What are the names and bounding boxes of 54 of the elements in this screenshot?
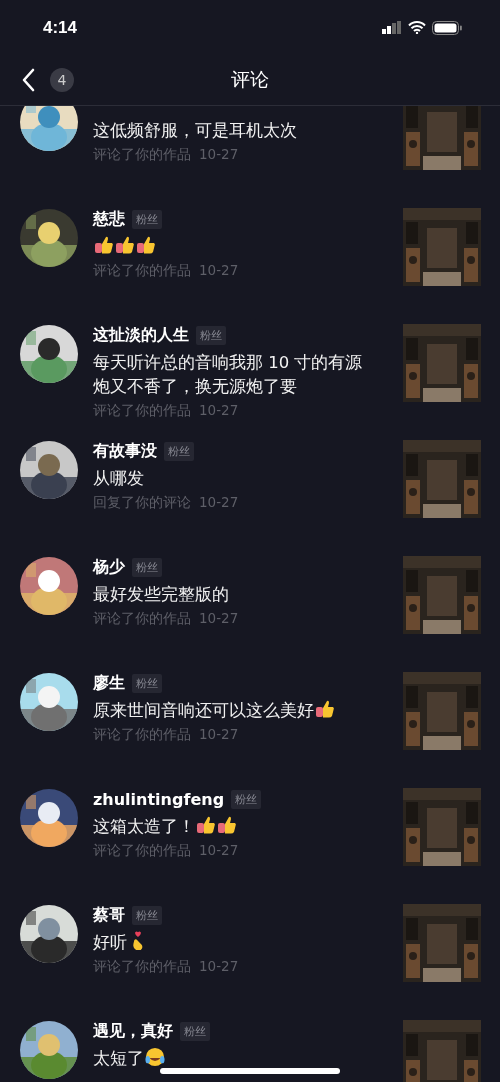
comment-text: 最好发些完整版的 — [93, 585, 229, 604]
activity-label: 评论了你的作品 — [93, 402, 191, 420]
fan-tag: 粉丝 — [132, 673, 162, 693]
activity-label: 评论了你的作品 — [93, 262, 191, 280]
activity-label: 评论了你的作品 — [93, 610, 191, 628]
comment-date: 10-27 — [199, 726, 239, 744]
activity-label: 评论了你的作品 — [93, 958, 191, 976]
comment-text: 从哪发 — [93, 469, 144, 488]
comment-text: 太短了 — [93, 1049, 144, 1068]
comment-text: 这箱太造了！ — [93, 817, 195, 836]
comment-date: 10-27 — [199, 610, 239, 628]
fan-tag: 粉丝 — [231, 789, 262, 809]
comment-date: 10-27 — [199, 146, 239, 164]
thumbs-up-icon — [217, 815, 237, 835]
comment-date: 10-27 — [199, 262, 239, 280]
laughing-tears-icon — [145, 1047, 165, 1067]
fan-tag: 粉丝 — [132, 557, 162, 577]
user-name[interactable]: 遇见，真好 — [93, 1020, 173, 1042]
user-name[interactable]: 廖生 — [93, 672, 125, 694]
user-name[interactable]: 蔡哥 — [93, 904, 125, 926]
thumbs-up-icon — [196, 815, 216, 835]
wifi-icon — [408, 21, 426, 34]
fan-tag: 粉丝 — [164, 441, 194, 461]
unread-count: 4 — [50, 68, 74, 92]
fan-tag: 粉丝 — [180, 1021, 210, 1041]
activity-label: 评论了你的作品 — [93, 146, 191, 164]
user-name[interactable]: 慈悲 — [93, 208, 125, 230]
comment-text: 原来世间音响还可以这么美好 — [93, 701, 314, 720]
thumbs-up-icon — [136, 235, 156, 255]
user-name[interactable]: zhulintingfeng — [93, 789, 225, 809]
activity-label: 评论了你的作品 — [93, 842, 191, 860]
thumbs-up-icon — [115, 235, 135, 255]
thumbs-up-icon — [315, 699, 335, 719]
thumbs-up-icon — [94, 235, 114, 255]
fan-tag: 粉丝 — [196, 325, 226, 345]
activity-label: 评论了你的作品 — [93, 726, 191, 744]
comment-date: 10-27 — [199, 402, 239, 420]
user-name[interactable]: 这扯淡的人生 — [93, 324, 189, 346]
comment-text: 好听 — [93, 933, 127, 952]
battery-icon — [432, 20, 462, 35]
comment-date: 10-27 — [199, 494, 239, 512]
comment-text: 每天听许总的音响我那 10 寸的有源炮又不香了，换无源炮了要 — [93, 353, 363, 396]
page-title: 评论 — [231, 67, 269, 92]
fan-tag: 粉丝 — [132, 905, 162, 925]
signal-icon — [382, 21, 402, 34]
user-name[interactable]: 杨少 — [93, 556, 125, 578]
comment-text: 这低频舒服，可是耳机太次 — [93, 121, 297, 140]
back-button[interactable] — [20, 67, 36, 93]
fan-tag: 粉丝 — [132, 209, 162, 229]
activity-label: 回复了你的评论 — [93, 494, 191, 512]
comment-date: 10-27 — [199, 842, 239, 860]
status-time: 4:14 — [43, 17, 78, 38]
user-name[interactable]: 有故事没 — [93, 440, 157, 462]
comment-date: 10-27 — [199, 958, 239, 976]
